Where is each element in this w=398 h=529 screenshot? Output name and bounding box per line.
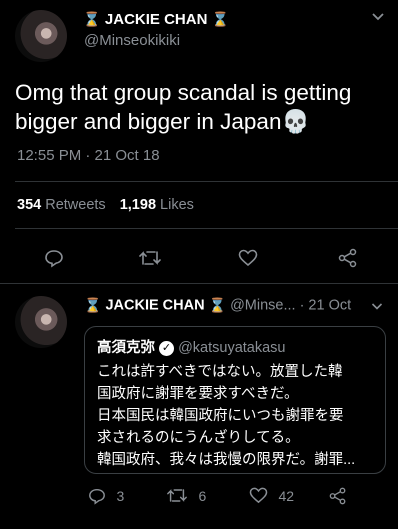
handle[interactable]: @Minseokikiki bbox=[84, 32, 180, 49]
divider bbox=[0, 283, 398, 284]
quoted-line: これは許すべきではない。放置した韓 bbox=[97, 364, 343, 380]
reply-icon[interactable] bbox=[44, 248, 64, 268]
likes-count: 1,198 bbox=[119, 197, 157, 213]
retweet-action[interactable]: 6 bbox=[166, 487, 206, 505]
retweets-count: 6 bbox=[198, 487, 207, 504]
likes-count: 42 bbox=[278, 487, 295, 504]
like-icon bbox=[249, 487, 268, 504]
share-icon[interactable] bbox=[338, 248, 358, 268]
quoted-tweet[interactable]: 高須克弥 ✓ @katsuyatakasu これは許すべきではない。放置した韓 … bbox=[84, 326, 386, 474]
display-name: JACKIE CHAN bbox=[104, 11, 208, 28]
avatar[interactable] bbox=[15, 296, 67, 348]
likes-label: Likes bbox=[160, 197, 194, 213]
retweets-stat[interactable]: 354 Retweets bbox=[17, 197, 110, 213]
avatar[interactable] bbox=[15, 10, 67, 62]
quoted-handle: @katsuyatakasu bbox=[178, 340, 286, 356]
timestamp[interactable]: 12:55 PM · 21 Oct 18 bbox=[17, 147, 160, 164]
likes-stat[interactable]: 1,198 Likes bbox=[120, 197, 194, 213]
hourglass-icon: ⌛ bbox=[84, 297, 102, 313]
divider bbox=[15, 181, 398, 182]
hourglass-icon: ⌛ bbox=[83, 11, 101, 28]
handle-date[interactable]: @Minse... · 21 Oct bbox=[230, 297, 351, 313]
quoted-line: 国政府に謝罪を要求すべきだ。 bbox=[97, 386, 299, 402]
divider bbox=[15, 228, 398, 229]
quoted-line: 日本国民は韓国政府にいつも謝罪を要 bbox=[97, 408, 344, 424]
hourglass-icon: ⌛ bbox=[208, 297, 227, 313]
like-icon[interactable] bbox=[238, 249, 258, 267]
quoted-author: 高須克弥 bbox=[97, 340, 155, 356]
like-action[interactable]: 42 bbox=[249, 487, 294, 505]
retweets-count: 354 bbox=[17, 197, 42, 213]
author-name-row[interactable]: ⌛ JACKIE CHAN ⌛ bbox=[83, 11, 229, 29]
verified-icon: ✓ bbox=[159, 340, 175, 356]
display-name[interactable]: JACKIE CHAN bbox=[105, 297, 204, 313]
engagement-stats: 354 Retweets 1,198 Likes bbox=[17, 197, 194, 213]
tweet-text: Omg that group scandal is getting bigger… bbox=[15, 78, 393, 136]
quoted-text: これは許すべきではない。放置した韓 国政府に謝罪を要求すべきだ。 日本国民は韓国… bbox=[97, 361, 379, 471]
hourglass-icon: ⌛ bbox=[211, 11, 230, 28]
share-icon[interactable] bbox=[329, 487, 347, 505]
retweet-icon[interactable] bbox=[138, 249, 162, 267]
chevron-down-icon[interactable] bbox=[371, 12, 385, 22]
retweets-label: Retweets bbox=[45, 197, 106, 213]
chevron-down-icon[interactable] bbox=[371, 302, 383, 311]
quoted-author-row: 高須克弥 ✓ @katsuyatakasu bbox=[97, 336, 285, 357]
reply-header: ⌛ JACKIE CHAN ⌛ @Minse... · 21 Oct bbox=[84, 297, 351, 314]
quoted-line: 求されるのにうんざりしてる。 bbox=[97, 430, 300, 446]
reply-action[interactable]: 3 bbox=[88, 487, 124, 505]
quoted-line: 韓国政府、我々は我慢の限界だ。謝罪... bbox=[97, 452, 356, 468]
replies-count: 3 bbox=[116, 488, 125, 504]
retweet-icon bbox=[166, 487, 188, 504]
skull-emoji: 💀 bbox=[281, 109, 310, 134]
reply-icon bbox=[88, 487, 106, 505]
